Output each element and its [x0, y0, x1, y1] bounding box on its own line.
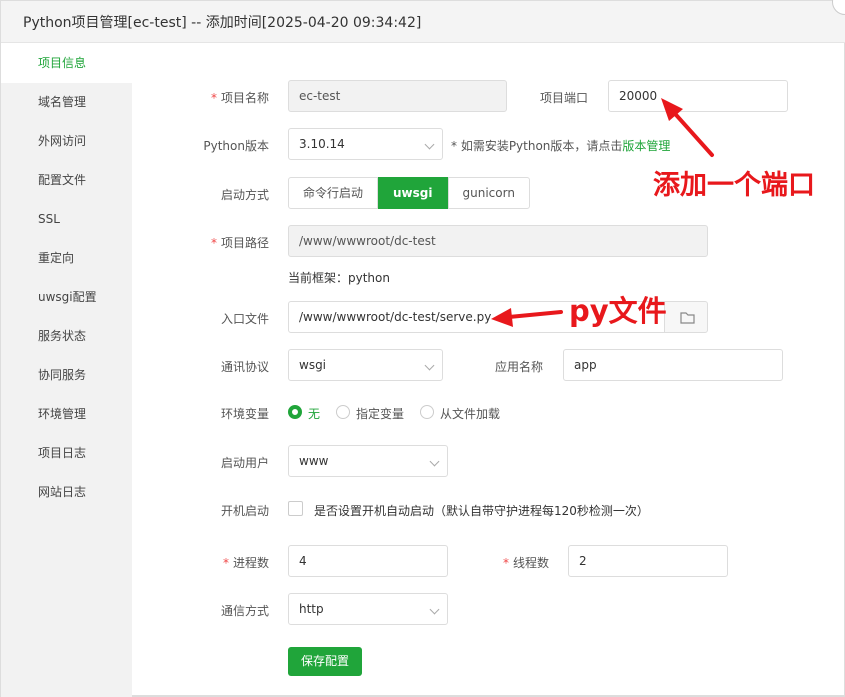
- arrow-to-entry-file: [491, 308, 563, 327]
- py-file-annotation: py文件: [569, 294, 667, 328]
- port-annotation: 添加一个端口: [653, 170, 815, 201]
- project-dialog: Python项目管理[ec-test] -- 添加时间[2025-04-20 0…: [0, 0, 845, 697]
- arrow-to-port: [661, 98, 714, 157]
- annotation-arrows: [491, 98, 714, 327]
